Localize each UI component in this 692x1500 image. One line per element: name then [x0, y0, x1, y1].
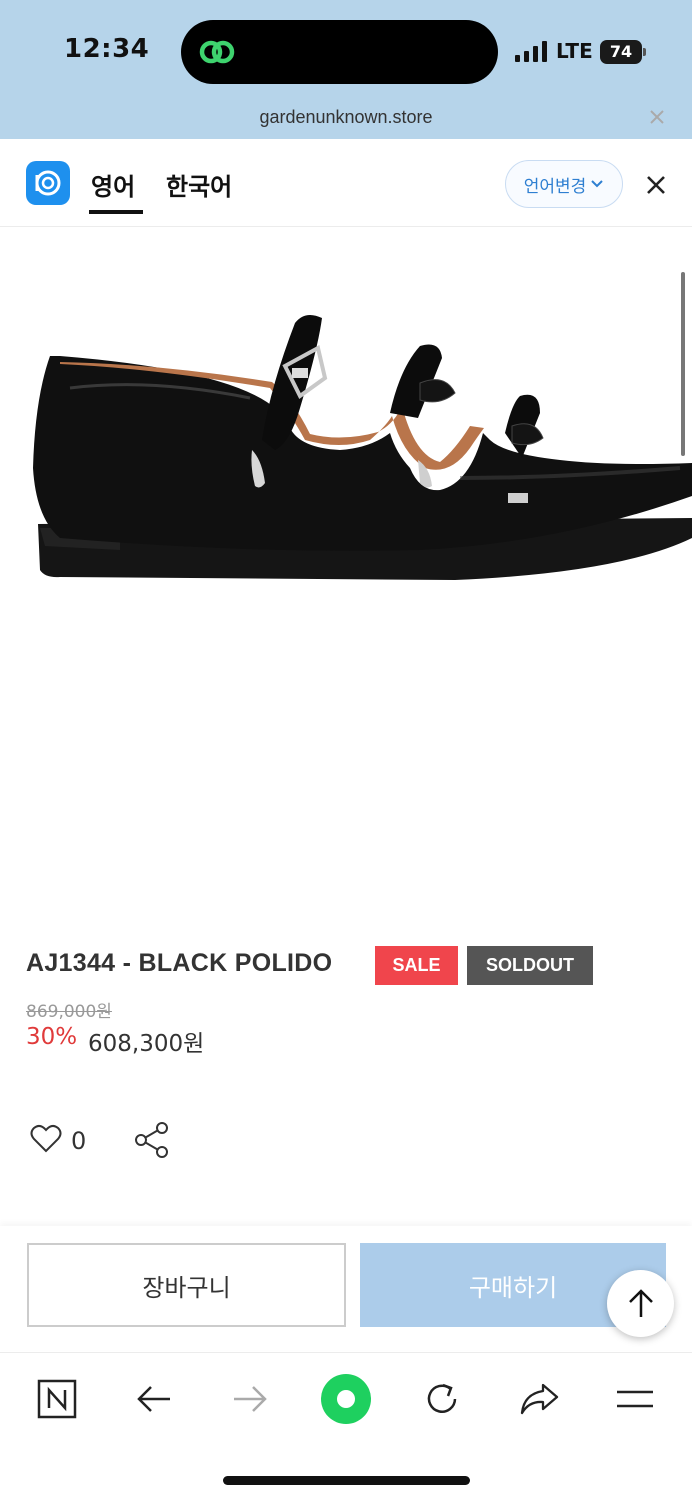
add-to-cart-button[interactable]: 장바구니	[27, 1243, 346, 1327]
close-icon[interactable]	[648, 108, 666, 126]
translate-bar: 영어 한국어 언어변경	[0, 139, 692, 227]
forward-arrow-icon	[234, 1386, 267, 1412]
tab-english[interactable]: 영어	[91, 167, 135, 202]
chevron-down-icon	[591, 180, 603, 188]
naver-home-button[interactable]	[33, 1375, 81, 1423]
heart-icon[interactable]	[30, 1124, 62, 1154]
sale-price: 608,300원	[88, 1031, 205, 1057]
tab-korean[interactable]: 한국어	[166, 167, 232, 202]
home-indicator	[223, 1476, 470, 1485]
link-icon	[199, 40, 235, 64]
green-dot-icon	[321, 1374, 371, 1424]
change-language-button[interactable]: 언어변경	[505, 160, 623, 208]
signal-icon	[515, 41, 547, 62]
naver-icon	[37, 1379, 77, 1419]
scroll-indicator	[681, 272, 685, 456]
back-button[interactable]	[130, 1375, 178, 1423]
arrow-up-icon	[628, 1288, 653, 1317]
url-bar[interactable]: gardenunknown.store	[0, 107, 692, 128]
discount-rate: 30%	[26, 1024, 78, 1050]
share-arrow-icon	[520, 1383, 559, 1415]
sale-badge: SALE	[375, 946, 458, 985]
active-tab-indicator	[89, 210, 143, 214]
dynamic-island	[181, 20, 498, 84]
status-time: 12:34	[64, 34, 150, 64]
menu-icon	[617, 1390, 653, 1408]
bottom-action-bar: 장바구니 구매하기	[0, 1226, 692, 1350]
like-count: 0	[71, 1127, 87, 1155]
scroll-to-top-button[interactable]	[607, 1270, 674, 1337]
forward-button[interactable]	[226, 1375, 274, 1423]
reload-icon	[427, 1383, 457, 1413]
status-bar: 12:34 LTE 74 gardenunknown.store	[0, 0, 692, 139]
soldout-badge: SOLDOUT	[467, 946, 593, 985]
battery-level: 74	[600, 40, 642, 64]
shoe-image	[33, 314, 692, 580]
share-page-button[interactable]	[515, 1375, 563, 1423]
papago-logo-icon	[26, 161, 70, 205]
change-language-label: 언어변경	[523, 176, 587, 197]
share-icon[interactable]	[133, 1121, 171, 1159]
menu-button[interactable]	[611, 1375, 659, 1423]
battery-icon: 74	[600, 40, 646, 64]
product-image[interactable]	[0, 228, 692, 928]
green-dot-button[interactable]	[320, 1373, 372, 1425]
close-icon[interactable]	[645, 174, 667, 196]
original-price: 869,000원	[26, 1002, 112, 1022]
back-arrow-icon	[137, 1386, 170, 1412]
network-type: LTE	[556, 39, 593, 63]
reload-button[interactable]	[418, 1375, 466, 1423]
product-title: AJ1344 - BLACK POLIDO	[26, 949, 333, 977]
